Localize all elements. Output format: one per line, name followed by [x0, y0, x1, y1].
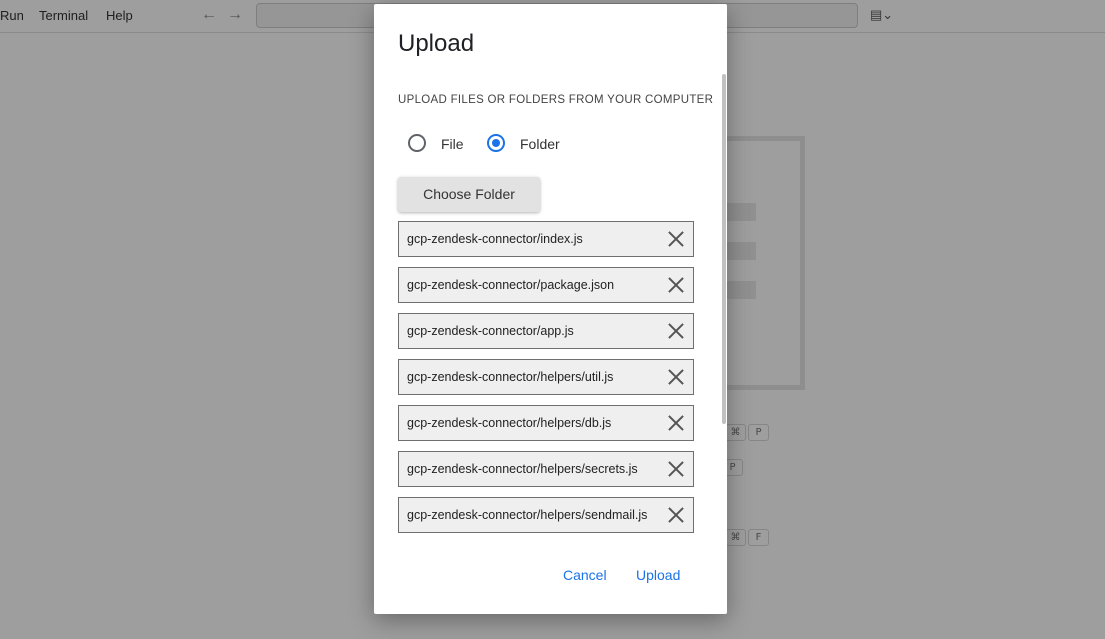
close-icon[interactable] [668, 461, 684, 477]
close-icon[interactable] [668, 277, 684, 293]
file-name: gcp-zendesk-connector/index.js [407, 232, 583, 246]
close-icon[interactable] [668, 415, 684, 431]
file-row: gcp-zendesk-connector/helpers/secrets.js [398, 451, 694, 487]
file-radio[interactable] [408, 134, 426, 152]
upload-button[interactable]: Upload [636, 567, 680, 583]
section-label: UPLOAD FILES OR FOLDERS FROM YOUR COMPUT… [398, 94, 714, 106]
cancel-button[interactable]: Cancel [563, 567, 607, 583]
upload-dialog: Upload UPLOAD FILES OR FOLDERS FROM YOUR… [374, 4, 727, 614]
file-row: gcp-zendesk-connector/app.js [398, 313, 694, 349]
close-icon[interactable] [668, 323, 684, 339]
file-name: gcp-zendesk-connector/package.json [407, 278, 615, 292]
close-icon[interactable] [668, 231, 684, 247]
file-row: gcp-zendesk-connector/index.js [398, 221, 694, 257]
file-name: gcp-zendesk-connector/app.js [407, 324, 574, 338]
dialog-title: Upload [398, 30, 475, 57]
folder-radio-label[interactable]: Folder [520, 136, 560, 152]
file-row: gcp-zendesk-connector/helpers/db.js [398, 405, 694, 441]
dialog-scrollbar[interactable] [722, 74, 726, 424]
file-row: gcp-zendesk-connector/helpers/util.js [398, 359, 694, 395]
file-radio-label[interactable]: File [441, 136, 464, 152]
file-row: gcp-zendesk-connector/package.json [398, 267, 694, 303]
choose-folder-button[interactable]: Choose Folder [398, 177, 540, 212]
file-name: gcp-zendesk-connector/helpers/util.js [407, 370, 614, 384]
close-icon[interactable] [668, 369, 684, 385]
file-name: gcp-zendesk-connector/helpers/secrets.js [407, 462, 638, 476]
file-name: gcp-zendesk-connector/helpers/db.js [407, 416, 612, 430]
close-icon[interactable] [668, 507, 684, 523]
file-name: gcp-zendesk-connector/helpers/sendmail.j… [407, 508, 648, 522]
folder-radio[interactable] [487, 134, 505, 152]
file-row: gcp-zendesk-connector/helpers/sendmail.j… [398, 497, 694, 533]
